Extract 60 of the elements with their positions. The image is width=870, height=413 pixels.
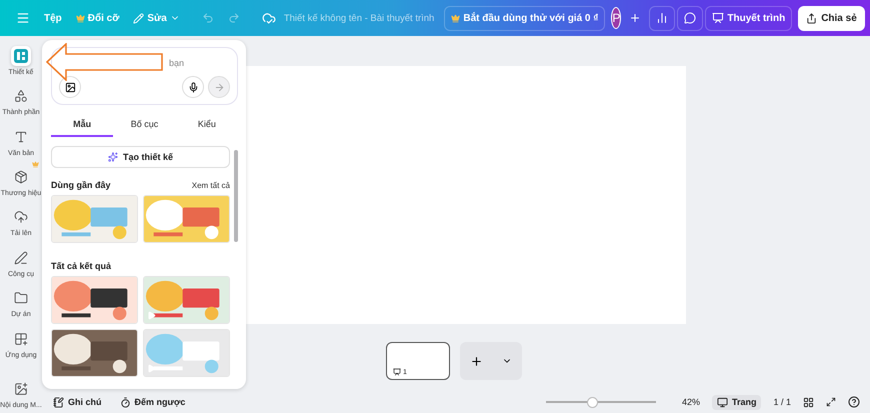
plus-icon — [470, 354, 483, 368]
notes-button[interactable]: Ghi chú — [50, 394, 104, 410]
folder-icon — [14, 291, 28, 306]
presentation-icon — [393, 368, 401, 376]
share-button[interactable]: Chia sẻ — [798, 6, 865, 30]
comment-button[interactable] — [677, 6, 704, 30]
shapes-icon — [14, 89, 28, 104]
trial-button[interactable]: Bắt đầu dùng thử với giá 0 ₫ — [444, 6, 606, 30]
presentation-icon — [712, 12, 724, 24]
zoom-value: 42% — [682, 397, 700, 407]
sparkles-icon — [108, 152, 118, 162]
image-button[interactable] — [59, 76, 81, 98]
section-title: Tất cả kết quả — [51, 261, 112, 271]
crown-icon — [76, 14, 85, 22]
insights-button[interactable] — [649, 6, 676, 30]
microphone-icon — [188, 82, 198, 92]
plus-icon — [629, 12, 642, 24]
share-icon — [806, 12, 818, 24]
arrow-right-icon — [214, 82, 224, 92]
chart-icon — [656, 12, 668, 24]
monitor-icon — [716, 396, 728, 408]
image-icon — [64, 82, 76, 92]
page-view-button[interactable]: Trang — [712, 394, 762, 410]
panel-tab[interactable]: Bố cục — [113, 113, 176, 137]
menu-icon — [16, 11, 30, 25]
page-count: 1 / 1 — [773, 397, 791, 407]
timer-icon — [120, 396, 130, 408]
panel-tab[interactable]: Mẫu — [51, 113, 114, 137]
crown-icon — [32, 161, 39, 168]
layout-icon — [14, 48, 28, 63]
section-title: Dùng gần đây — [51, 180, 111, 190]
grid-view-icon[interactable] — [803, 396, 814, 408]
apps-icon — [14, 332, 28, 346]
fullscreen-icon[interactable] — [826, 397, 836, 407]
comment-icon — [684, 12, 696, 24]
crown-icon — [451, 14, 460, 22]
microphone-button[interactable] — [182, 76, 204, 98]
pencil-icon — [133, 12, 144, 24]
text-icon — [14, 130, 28, 144]
help-icon[interactable] — [848, 396, 860, 408]
scrollbar-thumb[interactable] — [234, 150, 238, 242]
redo-icon — [228, 12, 240, 24]
play-icon — [147, 311, 156, 320]
undo-icon — [202, 12, 214, 24]
cloud-check-icon — [262, 11, 276, 25]
image-plus-icon — [14, 382, 28, 396]
package-icon — [14, 170, 28, 184]
present-button[interactable]: Thuyết trình — [705, 6, 792, 30]
timer-button[interactable]: Đếm ngược — [116, 394, 188, 410]
notes-icon — [53, 396, 64, 408]
user-avatar[interactable]: P — [611, 7, 622, 29]
create-design-button[interactable]: Tạo thiết kế — [51, 146, 230, 168]
play-icon — [147, 364, 156, 373]
pen-icon — [14, 250, 28, 265]
cloud-upload-icon — [14, 210, 28, 224]
prompt-text: bạn — [169, 58, 186, 68]
prompt-field[interactable]: bạn — [51, 47, 238, 105]
document-title: Thiết kế không tên - Bài thuyết trình — [284, 12, 434, 24]
see-all-link[interactable]: Xem tất cả — [192, 180, 230, 190]
panel-tab[interactable]: Kiểu — [176, 113, 238, 137]
